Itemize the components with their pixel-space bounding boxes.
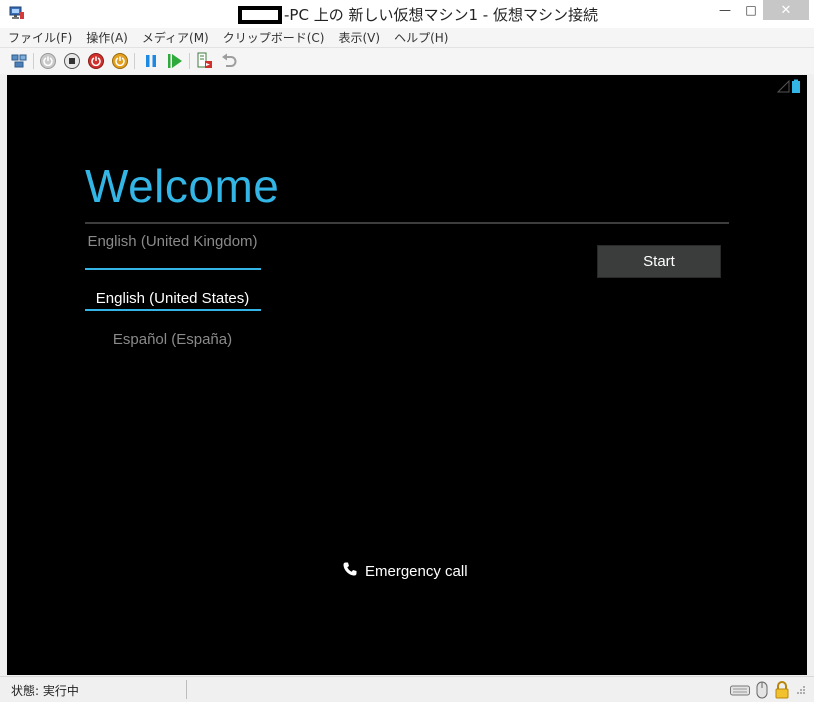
- close-button[interactable]: ✕: [763, 0, 809, 20]
- window-title: -PC 上の 新しい仮想マシン1 - 仮想マシン接続: [284, 6, 598, 24]
- language-option-selected[interactable]: English (United States): [84, 290, 261, 307]
- start-button[interactable]: Start: [597, 245, 721, 278]
- resize-grip-icon[interactable]: [795, 681, 807, 699]
- toolbar-separator: [189, 53, 190, 69]
- phone-icon: [342, 561, 358, 581]
- selection-divider-top: [85, 268, 261, 270]
- vm-connection-icon: [9, 5, 25, 21]
- language-option-next[interactable]: Español (España): [84, 331, 261, 348]
- start-icon[interactable]: [39, 52, 57, 70]
- welcome-title: Welcome: [85, 160, 280, 212]
- toolbar: [0, 48, 814, 74]
- android-status-icons: [776, 78, 803, 93]
- emergency-call-label: Emergency call: [365, 562, 468, 580]
- menu-bar: ファイル(F) 操作(A) メディア(M) クリップボード(C) 表示(V) ヘ…: [0, 28, 814, 48]
- language-option-previous[interactable]: English (United Kingdom): [84, 233, 261, 250]
- status-bar: 状態: 実行中: [0, 676, 814, 702]
- resume-icon[interactable]: [166, 52, 184, 70]
- status-divider: [186, 680, 187, 699]
- emergency-call-button[interactable]: Emergency call: [342, 561, 468, 581]
- mouse-icon: [754, 681, 770, 699]
- maximize-button[interactable]: □: [736, 0, 766, 20]
- shutdown-icon[interactable]: [87, 52, 105, 70]
- turn-off-icon[interactable]: [63, 52, 81, 70]
- revert-icon[interactable]: [220, 52, 238, 70]
- menu-view[interactable]: 表示(V): [339, 29, 381, 46]
- ctrl-alt-del-icon[interactable]: [10, 52, 28, 70]
- lock-icon: [773, 681, 791, 699]
- selection-divider-bottom: [85, 309, 261, 311]
- vm-screen[interactable]: Welcome English (United Kingdom) English…: [7, 75, 807, 675]
- toolbar-separator: [134, 53, 135, 69]
- toolbar-separator: [33, 53, 34, 69]
- checkpoint-icon[interactable]: [196, 52, 214, 70]
- keyboard-icon: [729, 681, 751, 699]
- menu-clipboard[interactable]: クリップボード(C): [223, 29, 325, 46]
- title-bar: -PC 上の 新しい仮想マシン1 - 仮想マシン接続 — □ ✕: [0, 0, 814, 28]
- pause-icon[interactable]: [142, 52, 160, 70]
- redacted-host-name: [238, 6, 282, 24]
- vm-status-text: 状態: 実行中: [11, 684, 79, 698]
- title-divider: [85, 222, 729, 224]
- menu-media[interactable]: メディア(M): [142, 29, 209, 46]
- save-icon[interactable]: [111, 52, 129, 70]
- menu-action[interactable]: 操作(A): [86, 29, 128, 46]
- menu-file[interactable]: ファイル(F): [8, 29, 72, 46]
- menu-help[interactable]: ヘルプ(H): [394, 29, 448, 46]
